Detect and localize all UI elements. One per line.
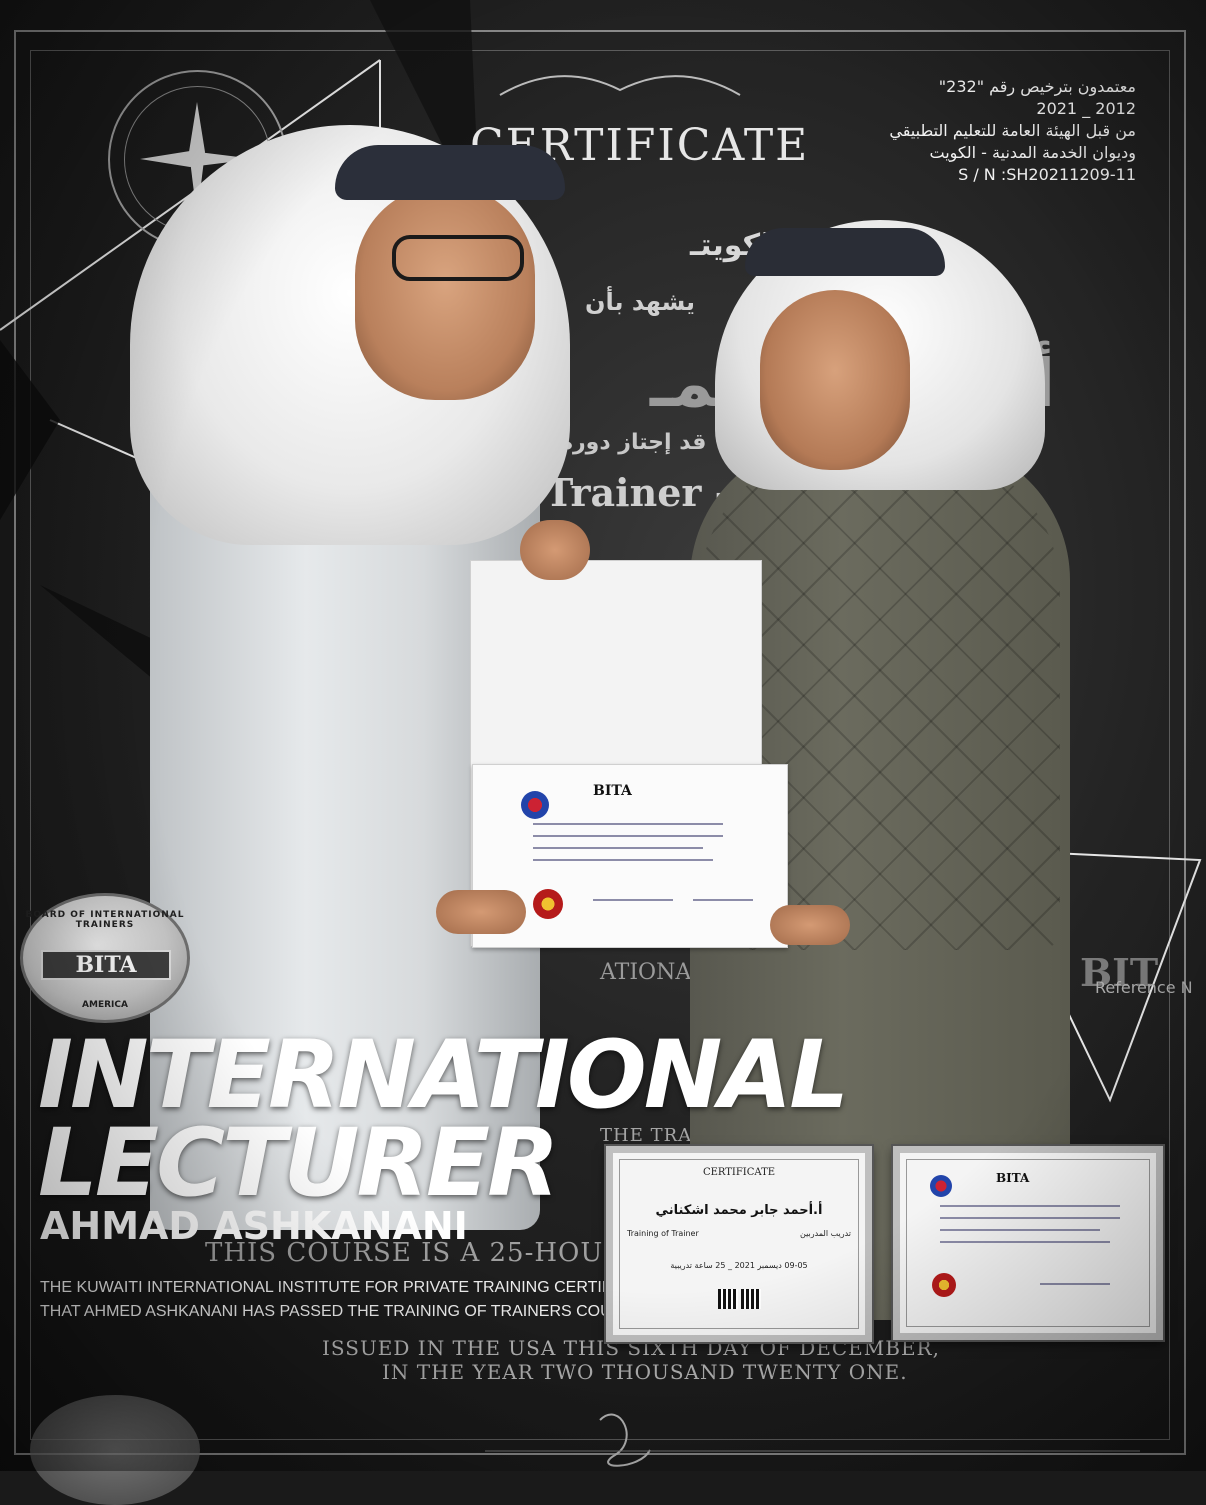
- thumbnail-certificate-title: CERTIFICATE: [702, 1167, 776, 1178]
- certificate-text-line: [940, 1229, 1100, 1231]
- description-line-1: THE KUWAITI INTERNATIONAL INSTITUTE FOR …: [40, 1279, 638, 1296]
- license-line-1: معتمدون بترخيص رقم "232": [938, 77, 1136, 96]
- signature-line: [1040, 1283, 1110, 1285]
- license-line-4: وديوان الخدمة المدنية - الكويت: [929, 143, 1137, 162]
- bita-seal: BOARD OF INTERNATIONAL TRAINERS BITA AME…: [20, 893, 190, 1023]
- serial-number: S / N :SH20211209-11: [958, 165, 1136, 184]
- thumbnail-border: [619, 1159, 859, 1329]
- lecturer-name: AHMAD ASHKANANI: [40, 1204, 468, 1248]
- left-person-agal: [335, 145, 565, 200]
- thumbnail-arabic-name: أ.أحمد جابر محمد اشكناني: [655, 1203, 823, 1218]
- right-person-face: [760, 290, 910, 470]
- certificate-text-line: [940, 1241, 1110, 1243]
- thumbnail-dates: 09-05 ديسمبر 2021 _ 25 ساعة تدريبية: [670, 1261, 808, 1270]
- right-person-agal: [745, 228, 945, 276]
- thumbnail-course-en: Training of Trainer: [627, 1229, 699, 1238]
- background-course-partial: Trainer -: [545, 470, 731, 515]
- background-reference-partial: Reference N: [1095, 978, 1193, 997]
- certificate-text-line: [940, 1217, 1120, 1219]
- held-certificate-brand: BITA: [593, 783, 632, 799]
- background-issued-line-2: IN THE YEAR TWO THOUSAND TWENTY ONE.: [382, 1360, 908, 1384]
- license-line-3: من قبل الهيئة العامة للتعليم التطبيقي: [889, 121, 1136, 140]
- bita-certificate-thumbnail: BITA: [893, 1146, 1163, 1340]
- bita-seal-top-text: BOARD OF INTERNATIONAL TRAINERS: [25, 910, 185, 930]
- certificate-text-line: [533, 823, 723, 825]
- left-person-face: [355, 185, 535, 400]
- bita-seal-bottom-text: AMERICA: [82, 1000, 128, 1010]
- certificate-text-line: [940, 1205, 1120, 1207]
- bita-logo-icon: [521, 791, 549, 819]
- right-person-hand: [770, 905, 850, 945]
- qr-code-icon: [718, 1289, 738, 1309]
- certificate-text-line: [533, 835, 723, 837]
- gold-seal-icon: [932, 1273, 956, 1297]
- headline-line-1: INTERNATIONAL: [38, 1021, 849, 1130]
- arabic-certificate-thumbnail: CERTIFICATE أ.أحمد جابر محمد اشكناني Tra…: [606, 1146, 872, 1342]
- signature-line: [693, 899, 753, 901]
- bita-logo-icon: [930, 1175, 952, 1197]
- description-line-2: THAT AHMED ASHKANANI HAS PASSED THE TRAI…: [40, 1303, 645, 1320]
- description: THE KUWAITI INTERNATIONAL INSTITUTE FOR …: [40, 1276, 645, 1324]
- background-completed-arabic: قد إجتاز دورة: [560, 430, 707, 455]
- license-line-2: 2012 _ 2021: [1036, 99, 1136, 118]
- license-block: معتمدون بترخيص رقم "232" 2012 _ 2021 من …: [806, 76, 1136, 186]
- thumbnail-course-ar: تدريب المدربين: [800, 1229, 851, 1238]
- left-person-upper-hand: [520, 520, 590, 580]
- bita-seal-faded: [30, 1395, 200, 1505]
- bita-seal-banner: BITA: [41, 950, 171, 980]
- background-certifies-arabic: يشهد بأن: [585, 288, 696, 316]
- glasses-icon: [392, 235, 524, 281]
- gold-seal-icon: [533, 889, 563, 919]
- thumbnail-bita-brand: BITA: [996, 1171, 1030, 1185]
- signature-line: [593, 899, 673, 901]
- left-person-hand: [436, 890, 526, 934]
- thumbnail-course: Training of Trainer تدريب المدربين: [627, 1229, 851, 1238]
- certificate-text-line: [533, 859, 713, 861]
- qr-code-icon: [741, 1289, 761, 1309]
- certificate-text-line: [533, 847, 703, 849]
